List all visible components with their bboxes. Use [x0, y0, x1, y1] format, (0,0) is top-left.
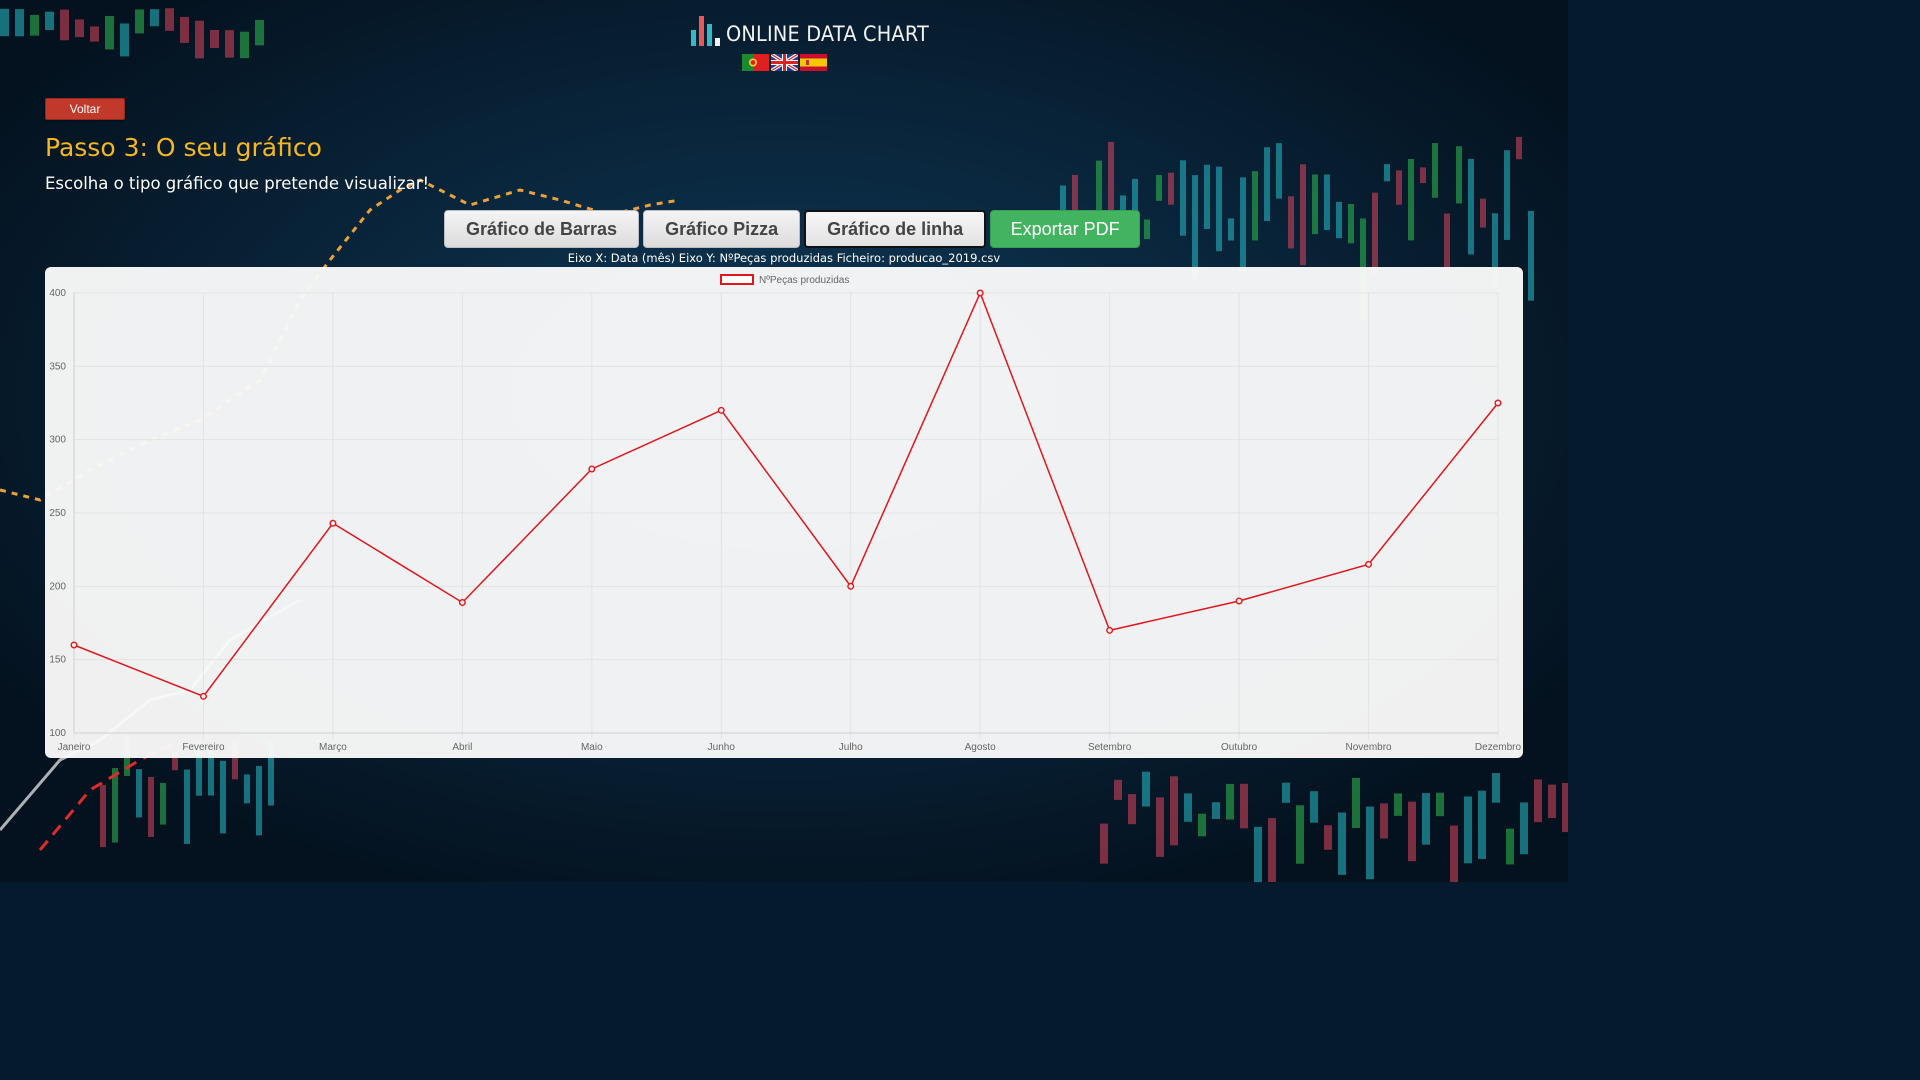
data-point[interactable]	[976, 289, 984, 297]
language-selector	[742, 54, 827, 71]
y-tick-label: 250	[49, 508, 66, 519]
pie-chart-button[interactable]: Gráfico Pizza	[643, 210, 801, 248]
spain-flag-icon[interactable]	[800, 54, 827, 71]
y-tick-label: 200	[49, 581, 66, 592]
bar-chart-button[interactable]: Gráfico de Barras	[444, 210, 640, 248]
back-button[interactable]: Voltar	[45, 98, 125, 120]
line-chart: 100 150 200 250 300 350 400 Janeiro Fevereiro Ma…	[49, 274, 1522, 753]
data-point[interactable]	[1235, 597, 1243, 605]
x-tick-label: Novembro	[1345, 742, 1392, 753]
y-tick-label: 300	[49, 435, 66, 446]
bar-chart-logo-icon	[691, 16, 720, 46]
data-point[interactable]	[199, 692, 207, 700]
y-tick-label: 400	[49, 288, 66, 299]
series-line	[73, 291, 1499, 698]
data-point[interactable]	[70, 641, 78, 649]
x-tick-label: Abril	[452, 742, 472, 753]
data-point[interactable]	[329, 519, 337, 527]
brand-logo[interactable]: ONLINE DATA CHART	[690, 12, 947, 48]
legend-label: NºPeças produzidas	[759, 275, 849, 286]
line-chart-button[interactable]: Gráfico de linha	[804, 210, 987, 248]
x-tick-label: Junho	[708, 742, 736, 753]
chart-legend[interactable]: NºPeças produzidas	[720, 274, 849, 286]
legend-swatch	[720, 274, 754, 285]
x-tick-label: Outubro	[1221, 742, 1258, 753]
page-title: Passo 3: O seu gráfico	[45, 133, 322, 162]
portugal-flag-icon[interactable]	[742, 54, 769, 71]
y-tick-label: 350	[49, 361, 66, 372]
data-point[interactable]	[458, 598, 466, 606]
uk-flag-icon[interactable]	[771, 54, 798, 71]
brand-name: ONLINE DATA CHART	[726, 22, 930, 46]
data-point[interactable]	[1494, 399, 1502, 407]
x-tick-label: Agosto	[965, 742, 997, 753]
data-point[interactable]	[1106, 626, 1114, 634]
data-point[interactable]	[717, 406, 725, 414]
y-tick-label: 150	[49, 655, 66, 666]
chart-container: 100 150 200 250 300 350 400 Janeiro Fevereiro Ma…	[45, 267, 1523, 758]
data-point[interactable]	[588, 465, 596, 473]
axis-info: Eixo X: Data (mês) Eixo Y: NºPeças produ…	[567, 251, 1001, 265]
data-point[interactable]	[1365, 560, 1373, 568]
x-tick-label: Maio	[581, 742, 603, 753]
x-tick-label: Dezembro	[1475, 742, 1522, 753]
data-point[interactable]	[847, 582, 855, 590]
x-tick-label: Julho	[839, 742, 863, 753]
x-tick-label: Setembro	[1088, 742, 1132, 753]
x-tick-label: Março	[319, 742, 347, 753]
x-tick-label: Janeiro	[58, 742, 91, 753]
chart-type-selector: Gráfico de Barras Gráfico Pizza Gráfico …	[444, 210, 1141, 248]
export-pdf-button[interactable]: Exportar PDF	[990, 210, 1141, 248]
page-subtitle: Escolha o tipo gráfico que pretende visu…	[45, 174, 430, 193]
y-tick-label: 100	[49, 728, 66, 739]
x-tick-label: Fevereiro	[182, 742, 225, 753]
